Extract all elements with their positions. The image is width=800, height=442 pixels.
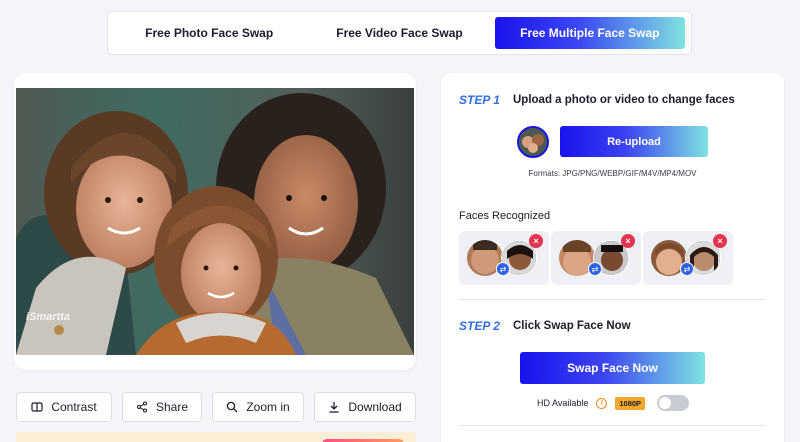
tab-video-face-swap[interactable]: Free Video Face Swap	[304, 17, 494, 49]
delete-face-pair-button[interactable]: ×	[529, 234, 543, 248]
download-icon	[329, 402, 339, 413]
resolution-badge: 1080P	[615, 396, 646, 410]
step1-instruction: Upload a photo or video to change faces	[513, 94, 735, 106]
info-icon[interactable]: !	[596, 397, 608, 409]
download-label: Download	[348, 400, 402, 414]
zoom-in-icon	[227, 401, 238, 413]
face-pair-2[interactable]: ⇄ ×	[551, 231, 641, 285]
supported-formats: Formats: JPG/PNG/WEBP/GIF/M4V/MP4/MOV	[528, 169, 697, 178]
contrast-label: Contrast	[51, 400, 97, 414]
contrast-button[interactable]: Contrast	[16, 392, 112, 422]
zoom-in-button[interactable]: Zoom in	[212, 392, 304, 422]
swap-arrows-icon: ⇄	[680, 262, 694, 276]
watermark-text: iSmartta	[26, 311, 71, 323]
step1-label: STEP 1	[459, 93, 500, 107]
swap-face-now-button[interactable]: Swap Face Now	[520, 352, 705, 384]
mode-tabs: Free Photo Face Swap Free Video Face Swa…	[107, 11, 692, 55]
hd-toggle[interactable]	[657, 395, 690, 411]
share-button[interactable]: Share	[122, 392, 202, 422]
tab-multiple-face-swap[interactable]: Free Multiple Face Swap	[494, 17, 685, 49]
faces-recognized-title: Faces Recognized	[459, 210, 551, 222]
re-upload-button[interactable]: Re-upload	[560, 126, 708, 157]
delete-face-pair-button[interactable]: ×	[713, 234, 727, 248]
download-button[interactable]: Download	[314, 392, 416, 422]
hd-option-row: HD Available ! 1080P	[537, 395, 690, 411]
step2-label: STEP 2	[459, 319, 500, 333]
tab-photo-face-swap[interactable]: Free Photo Face Swap	[114, 17, 304, 49]
zoom-in-label: Zoom in	[246, 400, 290, 414]
step2-instruction: Click Swap Face Now	[513, 320, 631, 332]
share-icon	[136, 401, 147, 413]
delete-face-pair-button[interactable]: ×	[621, 234, 635, 248]
swap-arrows-icon: ⇄	[496, 262, 510, 276]
face-pair-1[interactable]: ⇄ ×	[459, 231, 549, 285]
photo-preview-card: iSmartta	[14, 73, 416, 370]
section-divider	[459, 299, 766, 300]
share-label: Share	[155, 400, 189, 414]
contrast-icon	[31, 402, 43, 412]
swap-panel: STEP 1 Upload a photo or video to change…	[441, 73, 784, 442]
face-pair-3[interactable]: ⇄ ×	[643, 231, 733, 285]
watermark-logo-icon	[54, 325, 64, 335]
uploaded-photo	[16, 88, 414, 355]
uploaded-thumbnail	[517, 126, 549, 158]
swap-arrows-icon: ⇄	[588, 262, 602, 276]
section-divider	[459, 425, 766, 426]
image-actions: Contrast Share Zoom in Download	[16, 392, 416, 422]
promo-banner	[16, 432, 416, 442]
hd-available-label: HD Available	[537, 398, 589, 408]
